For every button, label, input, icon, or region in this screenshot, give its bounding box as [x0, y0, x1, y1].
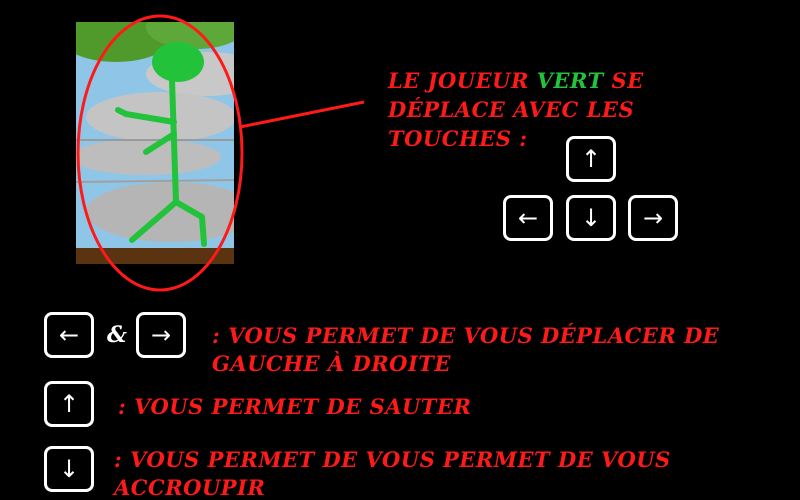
move-description-line-2: GAUCHE À DROITE: [212, 351, 451, 376]
move-right-key-icon[interactable]: →: [136, 312, 186, 358]
key-right-arrow-icon[interactable]: →: [628, 195, 678, 241]
intro-line-1: LE JOUEUR VERT SE: [388, 66, 644, 95]
key-down-arrow-icon[interactable]: ↓: [566, 195, 616, 241]
key-left-arrow-icon[interactable]: ←: [503, 195, 553, 241]
jump-key-up-arrow-icon[interactable]: ↑: [44, 381, 94, 427]
move-description: : VOUS PERMET DE VOUS DÉPLACER DE GAUCHE…: [212, 322, 719, 378]
intro-line-2: DÉPLACE AVEC LES: [388, 97, 635, 122]
controls-screen: LE JOUEUR VERT SE DÉPLACE AVEC LES TOUCH…: [0, 0, 800, 500]
jump-description: : VOUS PERMET DE SAUTER: [118, 394, 472, 419]
crouch-key-down-arrow-icon[interactable]: ↓: [44, 446, 94, 492]
move-left-key-icon[interactable]: ←: [44, 312, 94, 358]
crouch-description-line-2: ACCROUPIR: [114, 475, 266, 500]
crouch-description-line-1: : VOUS PERMET DE VOUS PERMET DE VOUS: [114, 447, 671, 472]
intro-line-1-start: LE JOUEUR: [388, 68, 537, 93]
stone-step-3: [76, 139, 221, 175]
player-illustration: [76, 22, 234, 264]
ampersand-joiner: &: [107, 322, 127, 348]
callout-line: [239, 100, 365, 129]
crouch-description: : VOUS PERMET DE VOUS PERMET DE VOUS ACC…: [114, 446, 671, 500]
dirt-ground: [76, 248, 234, 264]
intro-line-1-end: SE: [603, 68, 644, 93]
player-color-word: VERT: [536, 68, 604, 93]
key-up-arrow-icon[interactable]: ↑: [566, 136, 616, 182]
move-description-line-1: : VOUS PERMET DE VOUS DÉPLACER DE: [212, 323, 720, 348]
